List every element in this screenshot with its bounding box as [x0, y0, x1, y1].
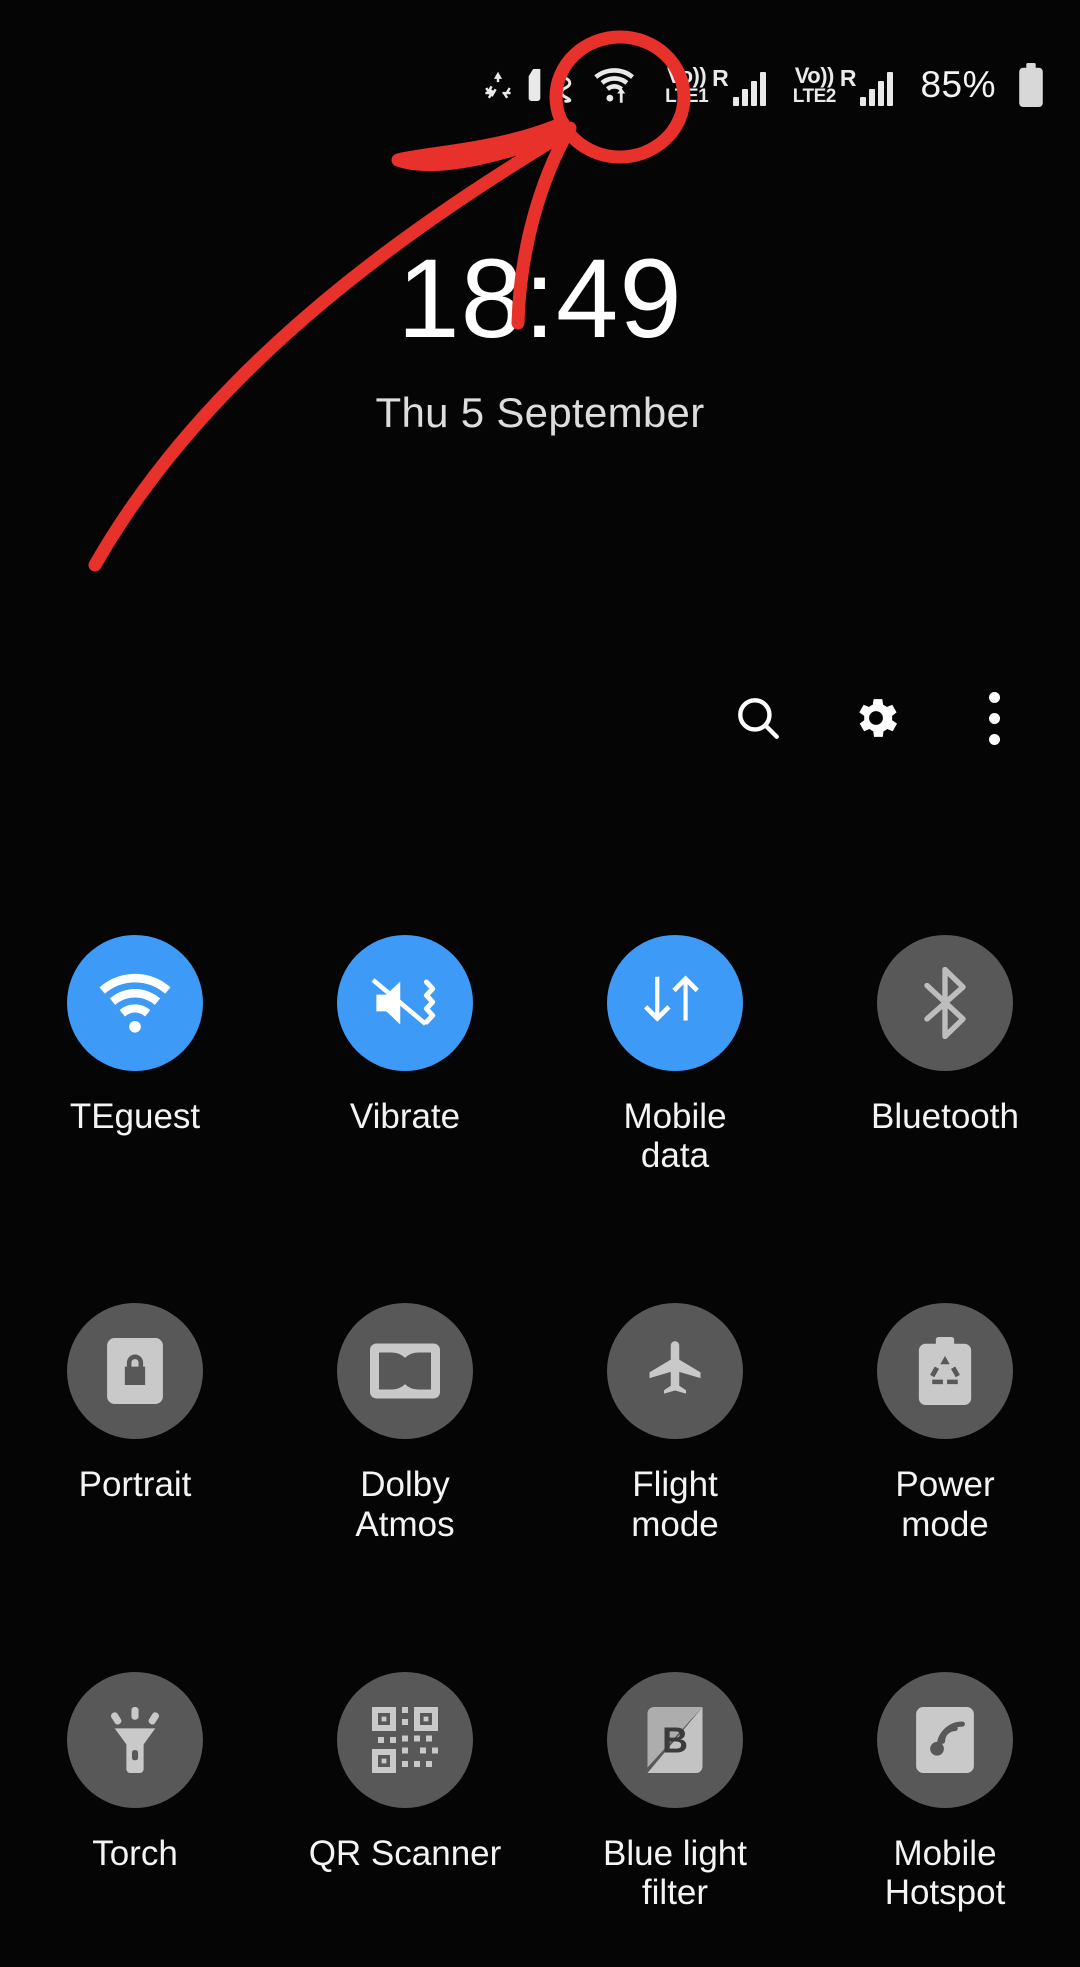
tile-label: Mobile Hotspot — [885, 1834, 1006, 1912]
quick-settings-tiles: TEguest Vibrate — [0, 935, 1080, 1912]
tile-label: Portrait — [79, 1465, 192, 1504]
sim2-roaming-label: R — [840, 65, 857, 92]
more-options-icon[interactable] — [966, 690, 1022, 746]
mobile-data-icon — [607, 935, 743, 1071]
sim1-signal: Vo)) LTE1 R — [665, 65, 766, 106]
clock-time: 18:49 — [0, 243, 1080, 355]
clock-widget[interactable]: 18:49 Thu 5 September — [0, 243, 1080, 437]
tile-bluetooth[interactable]: Bluetooth — [810, 935, 1080, 1175]
wifi-data-icon — [592, 65, 640, 105]
three-dots — [989, 692, 1000, 745]
power-saving-recycle-icon — [480, 67, 516, 103]
tile-label: QR Scanner — [309, 1834, 502, 1873]
sim2-signal: Vo)) LTE2 R — [793, 65, 894, 106]
vibrate-icon — [337, 935, 473, 1071]
svg-text:B: B — [662, 1720, 688, 1760]
tile-torch[interactable]: Torch — [0, 1672, 270, 1912]
tile-label: Mobile data — [623, 1097, 726, 1175]
tile-portrait[interactable]: Portrait — [0, 1303, 270, 1543]
tile-label: Vibrate — [350, 1097, 460, 1136]
battery-percentage: 85% — [920, 64, 996, 106]
clock-date: Thu 5 September — [0, 389, 1080, 437]
wifi-icon — [67, 935, 203, 1071]
status-bar: Vo)) LTE1 R Vo)) LTE2 R 85% — [0, 0, 1080, 170]
sim2-network-label: LTE2 — [793, 87, 836, 106]
tile-mobile-data[interactable]: Mobile data — [540, 935, 810, 1175]
gear-icon[interactable] — [848, 690, 904, 746]
sim2-volte-label: Vo)) — [795, 65, 834, 87]
qr-code-icon — [337, 1672, 473, 1808]
sim2-signal-bars — [860, 72, 893, 106]
tile-qr-scanner[interactable]: QR Scanner — [270, 1672, 540, 1912]
battery-icon — [1018, 63, 1044, 107]
tile-vibrate[interactable]: Vibrate — [270, 935, 540, 1175]
sim1-signal-bars — [733, 72, 766, 106]
tile-label: Torch — [92, 1834, 178, 1873]
airplane-icon — [607, 1303, 743, 1439]
hotspot-icon — [877, 1672, 1013, 1808]
blue-light-filter-icon: B — [607, 1672, 743, 1808]
sim1-roaming-label: R — [712, 65, 729, 92]
panel-actions — [730, 690, 1022, 746]
sim1-network-label: LTE1 — [665, 87, 708, 106]
status-icons: Vo)) LTE1 R Vo)) LTE2 R 85% — [480, 55, 1044, 115]
bluetooth-icon — [877, 935, 1013, 1071]
sd-card-icon — [527, 69, 542, 101]
rotation-lock-icon — [67, 1303, 203, 1439]
tile-dolby-atmos[interactable]: Dolby Atmos — [270, 1303, 540, 1543]
dolby-atmos-icon — [337, 1303, 473, 1439]
tile-label: Dolby Atmos — [355, 1465, 454, 1543]
flashlight-icon — [67, 1672, 203, 1808]
tile-mobile-hotspot[interactable]: Mobile Hotspot — [810, 1672, 1080, 1912]
sim1-volte-label: Vo)) — [667, 65, 706, 87]
tile-label: Bluetooth — [871, 1097, 1019, 1136]
tile-label: Blue light filter — [603, 1834, 747, 1912]
tile-label: TEguest — [70, 1097, 200, 1136]
search-icon[interactable] — [730, 690, 786, 746]
quick-settings-panel: Vo)) LTE1 R Vo)) LTE2 R 85% — [0, 0, 1080, 1967]
power-mode-icon — [877, 1303, 1013, 1439]
tile-label: Flight mode — [631, 1465, 719, 1543]
tile-blue-light-filter[interactable]: B Blue light filter — [540, 1672, 810, 1912]
nfc-icon — [553, 66, 573, 104]
tile-teguest[interactable]: TEguest — [0, 935, 270, 1175]
tile-label: Power mode — [895, 1465, 994, 1543]
tile-flight-mode[interactable]: Flight mode — [540, 1303, 810, 1543]
tile-power-mode[interactable]: Power mode — [810, 1303, 1080, 1543]
